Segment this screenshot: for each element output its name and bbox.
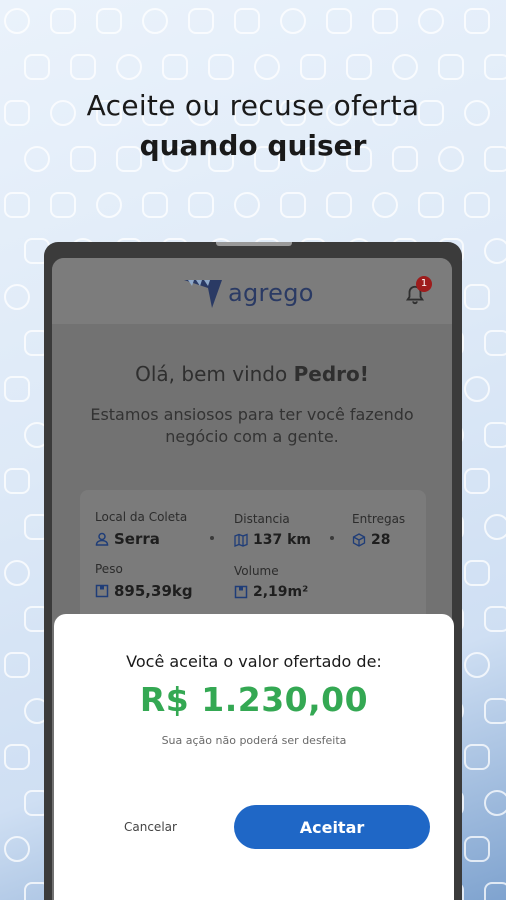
pattern-shape	[188, 8, 214, 34]
pattern-shape	[142, 8, 168, 34]
deliveries-field: Entregas 28	[352, 512, 405, 548]
pattern-shape	[464, 8, 490, 34]
phone-notch	[216, 242, 292, 246]
welcome-prefix: Olá, bem vindo	[135, 362, 294, 386]
weight-field: Peso 895,39kg	[95, 562, 193, 600]
pattern-shape	[464, 192, 490, 218]
pattern-shape	[4, 560, 30, 586]
pattern-shape	[372, 8, 398, 34]
headline-line-1: Aceite ou recuse oferta	[86, 89, 420, 122]
pattern-shape	[484, 238, 506, 264]
pattern-shape	[464, 468, 490, 494]
weight-value: 895,39kg	[114, 582, 193, 600]
separator-dot	[210, 536, 214, 540]
pattern-shape	[50, 8, 76, 34]
package-icon	[234, 585, 248, 599]
logo-text: agrego	[228, 279, 314, 307]
pattern-shape	[70, 54, 96, 80]
offer-price: R$ 1.230,00	[139, 680, 369, 719]
pattern-shape	[372, 192, 398, 218]
deliveries-value: 28	[371, 532, 391, 548]
box-icon	[352, 533, 366, 547]
cancel-button[interactable]: Cancelar	[124, 820, 177, 834]
pattern-shape	[162, 54, 188, 80]
pattern-shape	[188, 192, 214, 218]
volume-label: Volume	[234, 564, 279, 578]
pattern-shape	[464, 836, 490, 862]
pickup-value: Serra	[114, 530, 160, 548]
pattern-shape	[326, 192, 352, 218]
pattern-shape	[4, 468, 30, 494]
pattern-shape	[234, 192, 260, 218]
pattern-shape	[280, 192, 306, 218]
pattern-shape	[484, 698, 506, 724]
distance-field: Distancia 137 km	[234, 512, 311, 548]
pattern-shape	[484, 606, 506, 632]
pattern-shape	[464, 652, 490, 678]
pattern-shape	[4, 8, 30, 34]
accept-offer-dialog: Você aceita o valor ofertado de: R$ 1.23…	[54, 614, 454, 900]
pattern-shape	[4, 376, 30, 402]
pickup-field: Local da Coleta Serra	[95, 510, 187, 548]
pattern-shape	[484, 882, 506, 900]
pattern-shape	[4, 192, 30, 218]
pattern-shape	[464, 744, 490, 770]
pattern-shape	[4, 652, 30, 678]
pattern-shape	[438, 54, 464, 80]
pattern-shape	[234, 8, 260, 34]
deliveries-label: Entregas	[352, 512, 406, 526]
map-icon	[234, 533, 248, 547]
pattern-shape	[484, 422, 506, 448]
pattern-shape	[116, 54, 142, 80]
weight-label: Peso	[95, 562, 123, 576]
pattern-shape	[464, 376, 490, 402]
pattern-shape	[96, 8, 122, 34]
welcome-message: Olá, bem vindo Pedro!	[52, 362, 452, 386]
pattern-shape	[142, 192, 168, 218]
user-icon	[95, 532, 109, 546]
dialog-note: Sua ação não poderá ser desfeita	[161, 734, 347, 747]
pattern-shape	[484, 54, 506, 80]
volume-value: 2,19m²	[253, 584, 309, 600]
pattern-shape	[326, 8, 352, 34]
volume-field: Volume 2,19m²	[234, 564, 308, 600]
pattern-shape	[4, 284, 30, 310]
pattern-shape	[50, 192, 76, 218]
user-name: Pedro!	[293, 362, 369, 386]
distance-label: Distancia	[234, 512, 290, 526]
pattern-shape	[484, 514, 506, 540]
distance-value: 137 km	[253, 532, 311, 548]
pattern-shape	[280, 8, 306, 34]
pattern-shape	[346, 54, 372, 80]
agrego-logo: agrego	[182, 276, 314, 310]
welcome-subtitle: Estamos ansiosos para ter você fazendo n…	[90, 405, 414, 446]
pickup-label: Local da Coleta	[95, 510, 188, 524]
dialog-question: Você aceita o valor ofertado de:	[126, 652, 382, 671]
separator-dot	[330, 536, 334, 540]
pattern-shape	[484, 330, 506, 356]
promo-headline: Aceite ou recuse oferta quando quiser	[0, 86, 506, 166]
pattern-shape	[24, 54, 50, 80]
pattern-shape	[300, 54, 326, 80]
logo-mark-icon	[184, 280, 222, 308]
accept-button[interactable]: Aceitar	[234, 805, 430, 849]
pattern-shape	[418, 8, 444, 34]
pattern-shape	[4, 836, 30, 862]
pattern-shape	[418, 192, 444, 218]
pattern-shape	[464, 560, 490, 586]
pattern-shape	[254, 54, 280, 80]
pattern-shape	[96, 192, 122, 218]
pattern-shape	[4, 744, 30, 770]
pattern-shape	[464, 284, 490, 310]
pattern-shape	[208, 54, 234, 80]
headline-line-2: quando quiser	[139, 129, 367, 162]
pattern-shape	[484, 790, 506, 816]
notification-badge: 1	[416, 276, 432, 292]
pattern-shape	[392, 54, 418, 80]
package-icon	[95, 584, 109, 598]
app-header: agrego 1	[52, 258, 452, 324]
